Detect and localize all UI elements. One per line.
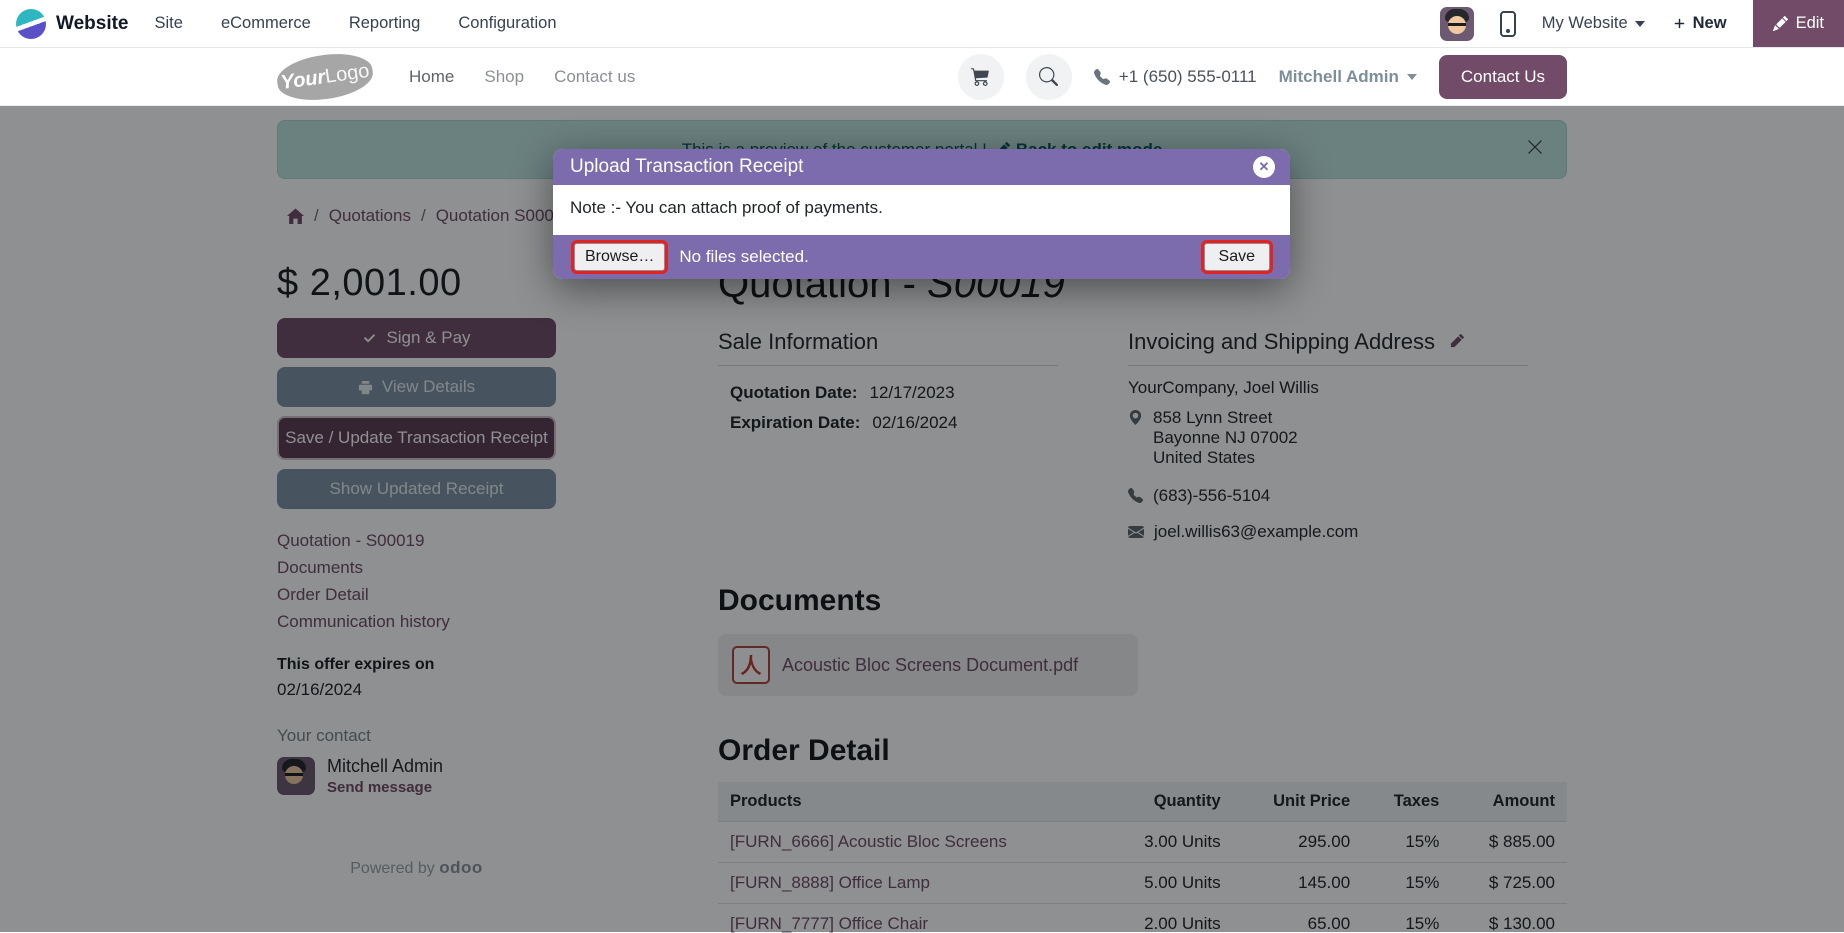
menu-site[interactable]: Site [155,14,183,33]
chevron-down-icon [1635,21,1645,27]
user-name: Mitchell Admin [1279,67,1399,87]
user-dropdown[interactable]: Mitchell Admin [1279,67,1417,87]
my-website-dropdown[interactable]: My Website [1542,14,1645,33]
modal-footer: Browse… No files selected. Save [553,235,1290,279]
nav-contact-us[interactable]: Contact us [554,67,635,87]
modal-note: Note :- You can attach proof of payments… [570,198,883,217]
menu-ecommerce[interactable]: eCommerce [221,14,311,33]
browse-file-button[interactable]: Browse… [574,243,665,271]
modal-header: Upload Transaction Receipt ✕ [553,149,1290,185]
modal-close-button[interactable]: ✕ [1253,156,1275,178]
modal-title: Upload Transaction Receipt [570,156,803,178]
avatar-glasses [1448,23,1466,27]
chevron-down-icon [1407,74,1417,80]
page: Website Site eCommerce Reporting Configu… [0,0,1844,933]
logo-your: Your [279,65,327,94]
site-logo[interactable]: YourLogo [274,48,375,105]
new-button[interactable]: New [1671,14,1727,33]
edit-button[interactable]: Edit [1753,0,1844,47]
modal-body: Note :- You can attach proof of payments… [553,185,1290,235]
admin-menu: Site eCommerce Reporting Configuration [155,14,557,33]
search-icon [1039,67,1058,86]
pencil-icon [1773,16,1788,31]
upload-receipt-modal: Upload Transaction Receipt ✕ Note :- You… [553,149,1290,279]
admin-navbar: Website Site eCommerce Reporting Configu… [0,0,1844,47]
logo-logo: Logo [324,59,371,88]
nav-home[interactable]: Home [409,67,454,87]
my-website-label: My Website [1542,14,1628,33]
contact-us-button[interactable]: Contact Us [1439,55,1567,99]
header-phone[interactable]: +1 (650) 555-0111 [1094,67,1257,87]
website-header: YourLogo Home Shop Contact us +1 (650) 5… [0,47,1844,106]
new-label: New [1693,14,1727,33]
cart-button[interactable] [958,54,1004,100]
menu-reporting[interactable]: Reporting [349,14,421,33]
search-button[interactable] [1026,54,1072,100]
cart-icon [971,67,990,86]
site-nav: Home Shop Contact us [409,67,635,87]
user-avatar[interactable] [1440,7,1474,41]
website-app-icon [16,9,46,39]
app-title: Website [56,13,129,35]
phone-icon [1094,69,1110,85]
file-status-text: No files selected. [679,247,808,267]
phone-number: +1 (650) 555-0111 [1119,67,1257,87]
menu-configuration[interactable]: Configuration [458,14,556,33]
nav-shop[interactable]: Shop [484,67,524,87]
save-button[interactable]: Save [1204,243,1270,271]
edit-label: Edit [1796,14,1824,33]
mobile-preview-icon[interactable] [1500,11,1516,37]
plus-icon [1671,15,1688,32]
